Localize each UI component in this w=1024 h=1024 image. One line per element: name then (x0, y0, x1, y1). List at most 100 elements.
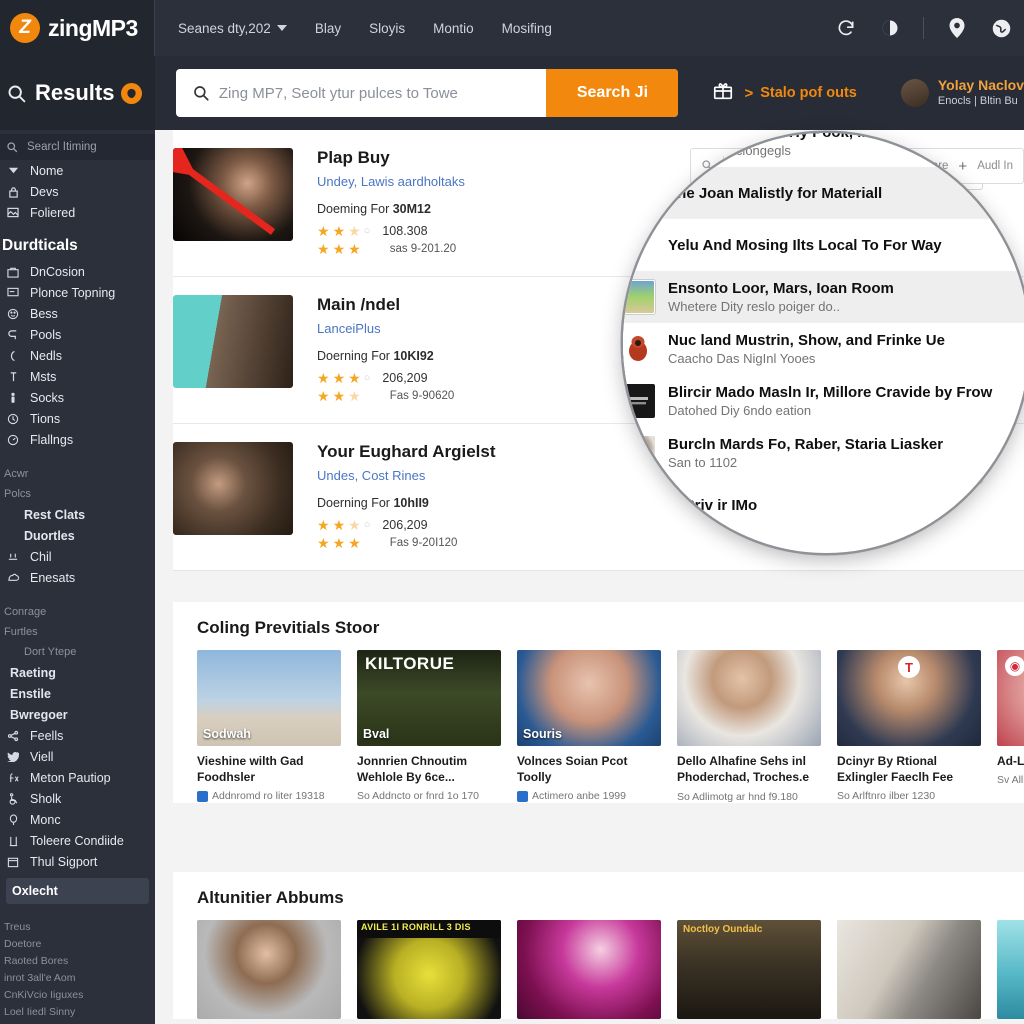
sidebar-item-viell[interactable]: Viell (0, 746, 155, 767)
sidebar-item-sholk[interactable]: Sholk (0, 788, 155, 809)
suggestion-row[interactable]: a brugeld Sver 3 Hy Pook, Marn Salienar … (623, 133, 1024, 167)
sidebar-footer-link-4[interactable]: CnKiVcio Iiguxes (0, 986, 155, 1003)
sidebar-item-devs[interactable]: Devs (0, 181, 155, 202)
album-cover[interactable]: Noctloy Oundalc (677, 920, 821, 1019)
location-pin-icon[interactable] (946, 17, 968, 39)
sidebar-footer-link-5[interactable]: Loel Iiedl Sinny (0, 1003, 155, 1020)
sidebar-search-input[interactable]: Searcl Itiming (0, 134, 155, 160)
nav-link-0[interactable]: Blay (315, 21, 341, 36)
sidebar-item-oxlecht-active[interactable]: Oxlecht (6, 878, 149, 904)
sidebar-item-enesats[interactable]: Enesats (0, 567, 155, 588)
search-button[interactable]: Search Ji (546, 69, 679, 117)
sidebar-subitem-dort-ytepe[interactable]: Dort Ytepe (0, 642, 155, 662)
video-thumbnail[interactable]: KILTORUE Bval (357, 650, 501, 746)
globe-icon[interactable] (990, 17, 1012, 39)
sidebar-subitem-duortles[interactable]: Duortles (0, 525, 155, 546)
video-caption[interactable]: Vieshine wilth Gad Foodhsler (197, 753, 341, 785)
sidebar-item-meton-pautiop[interactable]: Meton Pautiop (0, 767, 155, 788)
video-card[interactable]: KILTORUE Bval Jonnrien Chnoutim Wehlole … (357, 650, 501, 803)
account-menu[interactable]: Yolay Naclov Enocls | Bltin Bu (900, 77, 1024, 108)
sidebar-item-monc[interactable]: Monc (0, 809, 155, 830)
suggestion-row[interactable]: Yelu And Mosing Ilts Local To For Way (623, 219, 1024, 271)
album-card[interactable] (997, 920, 1024, 1019)
video-caption[interactable]: Jonnrien Chnoutim Wehlole By 6ce... (357, 753, 501, 785)
video-caption[interactable]: Dello Alhafine Sehs inl Phoderchad, Troc… (677, 753, 821, 786)
sidebar-item-dncosion[interactable]: DnCosion (0, 261, 155, 282)
sidebar-item-pools[interactable]: Pools (0, 324, 155, 345)
sidebar-item-plonce-topning[interactable]: Plonce Topning (0, 282, 155, 303)
nav-link-3[interactable]: Mosifing (502, 21, 552, 36)
sidebar-item-bwregoer[interactable]: Bwregoer (0, 704, 155, 725)
clock-icon (6, 412, 20, 426)
nav-link-2[interactable]: Montio (433, 21, 474, 36)
sidebar-item-raeting[interactable]: Raeting (0, 662, 155, 683)
sidebar-item-msts[interactable]: Msts (0, 366, 155, 387)
album-cover[interactable] (517, 920, 661, 1019)
album-cover[interactable]: AVILE 1I RONRILL 3 DIS (357, 920, 501, 1019)
refresh-icon[interactable] (835, 17, 857, 39)
video-thumbnail[interactable] (677, 650, 821, 746)
gift-icon[interactable] (712, 80, 734, 107)
album-card[interactable]: Noctloy Oundalc (677, 920, 821, 1019)
video-card[interactable]: T Dcinyr By Rtional Exlingler Faeclh Fee… (837, 650, 981, 803)
suggestion-subtitle: Caacho Das NigInl Yooes (668, 351, 816, 366)
album-cover[interactable] (197, 920, 341, 1019)
sidebar-footer-link-2[interactable]: Raoted Bores (0, 952, 155, 969)
sidebar-item-nedls[interactable]: Nedls (0, 345, 155, 366)
contrast-icon[interactable] (879, 17, 901, 39)
suggestion-row[interactable]: Burcln Mards Fo, Raber, Staria Liasker S… (623, 427, 1024, 479)
video-thumbnail[interactable]: ◉ (997, 650, 1024, 746)
suggestion-row[interactable]: Nuc land Mustrin, Show, and Frinke Ue Ca… (623, 323, 1024, 375)
sidebar-item-bess[interactable]: Bess (0, 303, 155, 324)
sidebar-footer-link-0[interactable]: Treus (0, 918, 155, 935)
search-box[interactable]: Zing MP7, Seolt ytur pulces to Towe Sear… (175, 69, 679, 117)
video-card[interactable]: Dello Alhafine Sehs inl Phoderchad, Troc… (677, 650, 821, 803)
image-icon (6, 206, 20, 220)
suggestion-row[interactable]: The Joan Malistly for Materiall (623, 167, 1024, 219)
album-overlay-text: AVILE 1I RONRILL 3 DIS (361, 922, 471, 932)
sidebar-item-nome[interactable]: Nome (0, 160, 155, 181)
result-thumbnail[interactable] (173, 442, 293, 535)
video-card[interactable]: Sodwah Vieshine wilth Gad Foodhsler Addn… (197, 650, 341, 803)
nav-link-1[interactable]: Sloyis (369, 21, 405, 36)
sidebar-item-feells[interactable]: Feells (0, 725, 155, 746)
sidebar-subitem-rest-clats[interactable]: Rest Clats (0, 504, 155, 525)
video-caption[interactable]: Volnces Soian Pcot Toolly (517, 753, 661, 785)
sidebar-item-tions[interactable]: Tions (0, 408, 155, 429)
album-card[interactable] (197, 920, 341, 1019)
sidebar-item-foliered[interactable]: Foliered (0, 202, 155, 223)
sidebar-footer-link-3[interactable]: inrot 3all'e Aom (0, 969, 155, 986)
suggestion-row[interactable]: le Priv ir IMo (623, 479, 1024, 531)
video-card[interactable]: ◉ Ad-Ll Conmi Sv Allr (997, 650, 1024, 803)
thumb-avatar-icon (623, 133, 655, 158)
nav-dropdown-season[interactable]: Seanes dty,202 (178, 21, 287, 36)
album-card[interactable] (837, 920, 981, 1019)
video-card[interactable]: Souris Volnces Soian Pcot Toolly Actimer… (517, 650, 661, 803)
promo-link[interactable]: > Stalo pof outs (744, 85, 856, 102)
sidebar-item-socks[interactable]: Socks (0, 387, 155, 408)
video-thumbnail[interactable]: Souris (517, 650, 661, 746)
sidebar-item-enstile[interactable]: Enstile (0, 683, 155, 704)
album-cover[interactable] (837, 920, 981, 1019)
video-thumbnail[interactable]: T (837, 650, 981, 746)
video-thumbnail[interactable]: Sodwah (197, 650, 341, 746)
sidebar-item-thul-sigport[interactable]: Thul Sigport (0, 851, 155, 872)
star-icon-empty: ○ (363, 518, 371, 531)
sidebar-footer-link-1[interactable]: Doetore (0, 935, 155, 952)
sidebar-item-toleere-condiide[interactable]: Toleere Condiide (0, 830, 155, 851)
video-caption[interactable]: Dcinyr By Rtional Exlingler Faeclh Fee (837, 753, 981, 785)
sidebar-item-flallngs[interactable]: Flallngs (0, 429, 155, 450)
video-caption[interactable]: Ad-Ll Conmi (997, 753, 1024, 769)
lens-suggestion-list: a brugeld Sver 3 Hy Pook, Marn Salienar … (623, 133, 1024, 531)
brand-logo-area[interactable]: Z zingMP3 (0, 0, 155, 56)
result-thumbnail[interactable] (173, 148, 293, 241)
sidebar-item-chil[interactable]: Chil (0, 546, 155, 567)
album-card[interactable]: AVILE 1I RONRILL 3 DIS (357, 920, 501, 1019)
suggestion-row[interactable]: Ensonto Loor, Mars, Ioan Room Whetere Di… (623, 271, 1024, 323)
search-input[interactable]: Zing MP7, Seolt ytur pulces to Towe (176, 69, 547, 117)
suggestion-row[interactable]: Blircir Mado Masln Ir, Millore Cravide b… (623, 375, 1024, 427)
result-thumbnail[interactable] (173, 295, 293, 388)
no-icon-placeholder (623, 228, 655, 262)
album-card[interactable] (517, 920, 661, 1019)
album-cover[interactable] (997, 920, 1024, 1019)
